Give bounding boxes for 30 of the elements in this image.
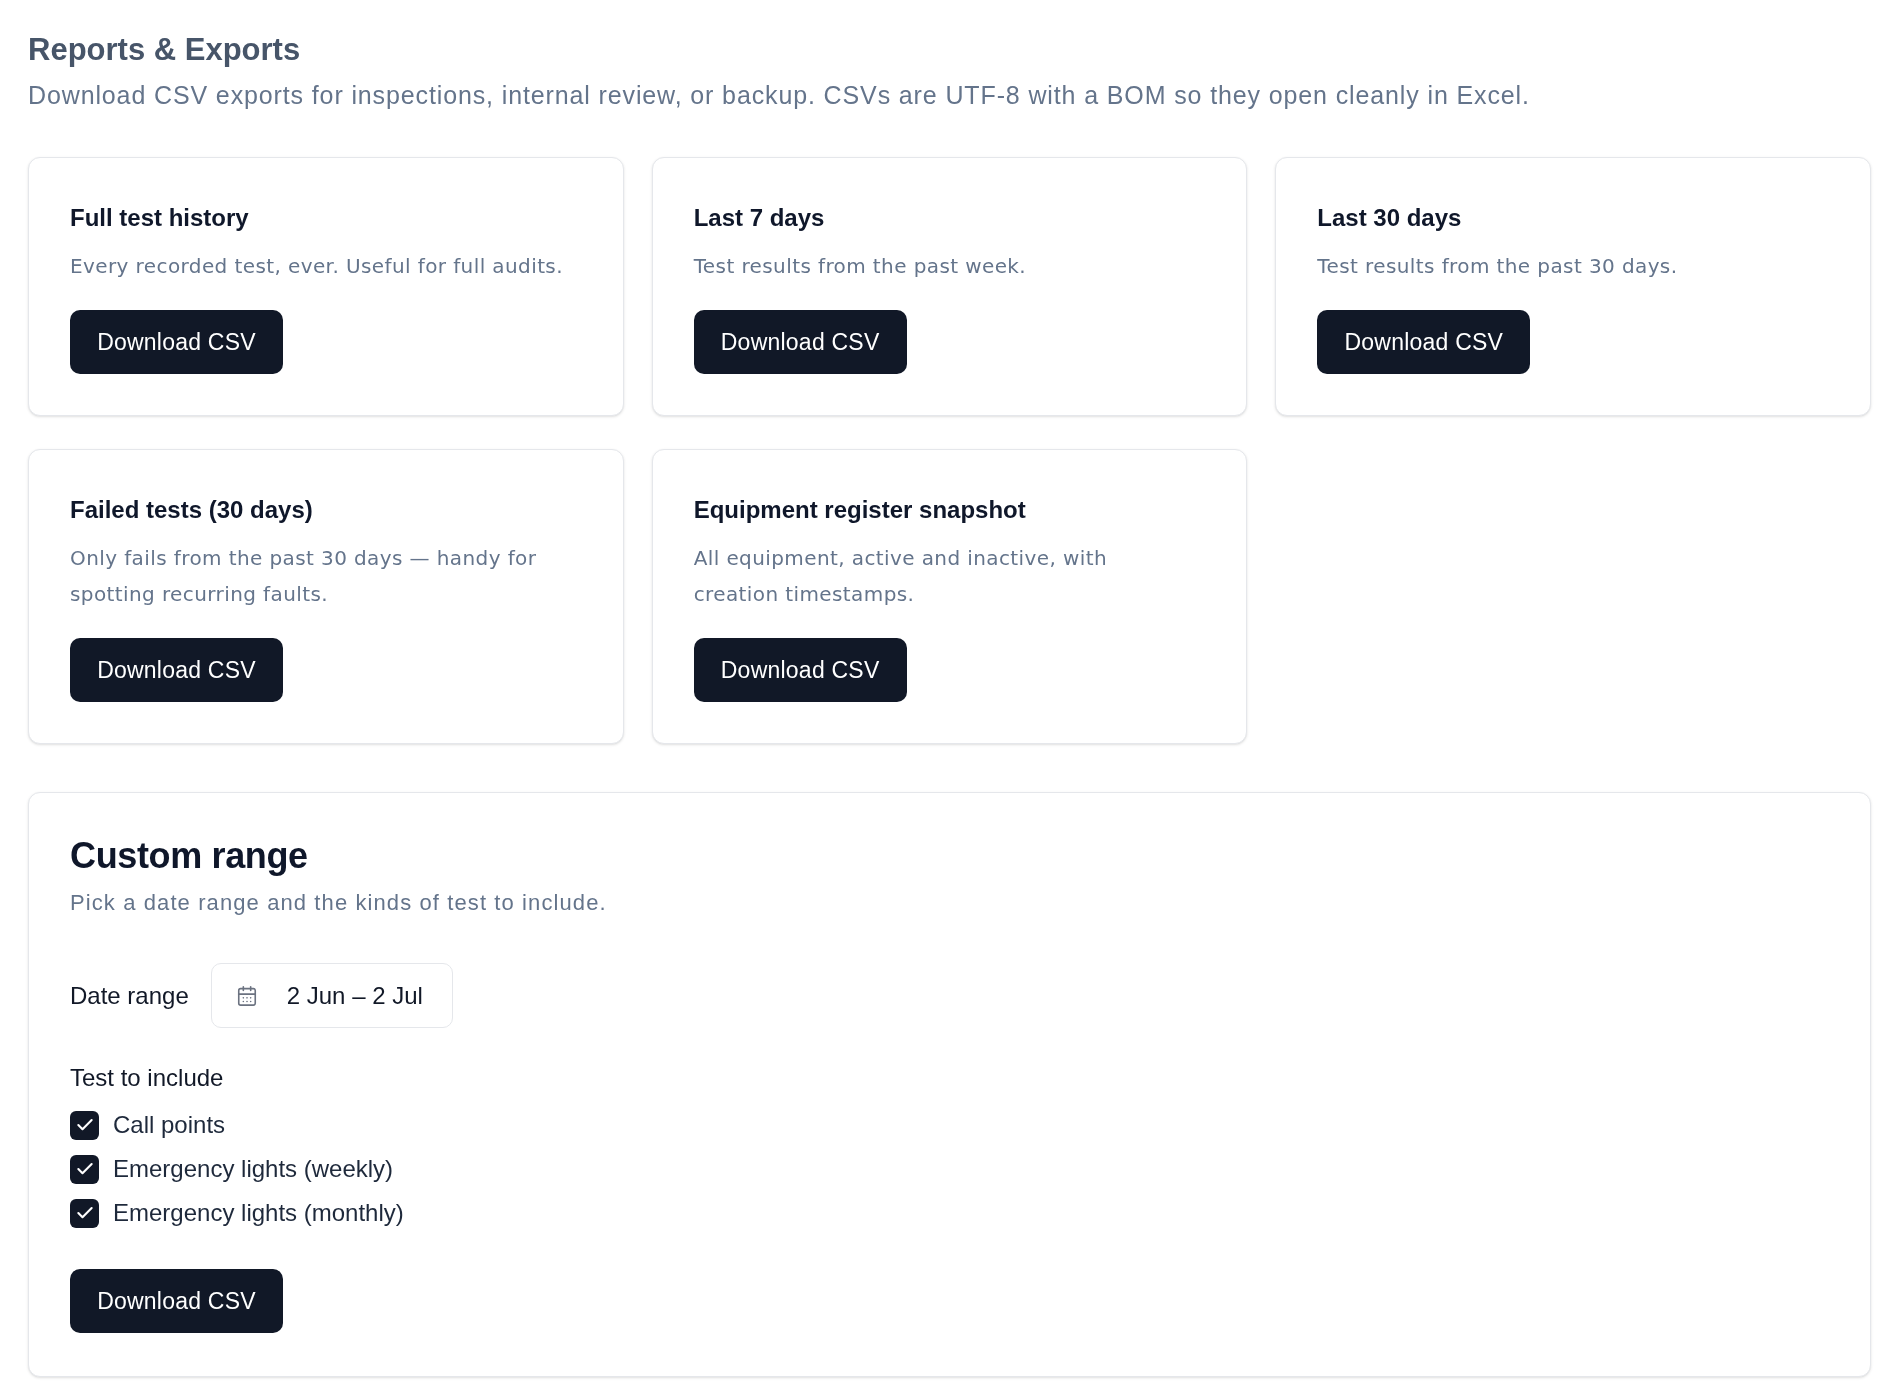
calendar-icon: [235, 984, 258, 1007]
card-description: Test results from the past week.: [693, 253, 1027, 280]
date-range-picker[interactable]: 2 Jun – 2 Jul: [210, 963, 453, 1028]
checkbox-label: Emergency lights (weekly): [113, 1154, 394, 1184]
checkbox-label: Call points: [113, 1110, 226, 1140]
card-title: Failed tests (30 days): [70, 495, 313, 525]
card-description: All equipment, active and inactive, with creation timestamps.: [693, 545, 1109, 608]
card-title: Last 30 days: [1317, 203, 1462, 233]
card-title: Full test history: [70, 203, 249, 233]
download-button[interactable]: Download CSV: [693, 638, 907, 702]
checkbox[interactable]: [70, 1154, 99, 1184]
card-description: Test results from the past 30 days.: [1317, 253, 1678, 280]
section-title: Custom range: [70, 834, 308, 878]
date-range-label: Date range: [70, 980, 189, 1011]
page-title: Reports & Exports: [28, 31, 302, 69]
section-description: Pick a date range and the kinds of test to include.: [70, 889, 607, 917]
download-button[interactable]: Download CSV: [70, 638, 283, 702]
download-button[interactable]: Download CSV: [1317, 310, 1531, 374]
checkbox[interactable]: [70, 1110, 99, 1140]
download-button[interactable]: Download CSV: [70, 310, 283, 374]
download-button[interactable]: Download CSV: [693, 310, 907, 374]
tests-label: Test to include: [70, 1063, 224, 1093]
checkbox[interactable]: [70, 1198, 99, 1228]
card-description: Every recorded test, ever. Useful for full audits.: [70, 253, 563, 280]
download-button[interactable]: Download CSV: [70, 1269, 283, 1333]
checkbox-label: Emergency lights (monthly): [113, 1198, 404, 1228]
page-description: Download CSV exports for inspections, internal review, or backup. CSVs are UTF-8 with a BOM so they open cleanly in Excel.: [28, 80, 1531, 111]
card-description: Only fails from the past 30 days — handy for spotting recurring faults.: [70, 545, 538, 608]
card-title: Equipment register snapshot: [693, 495, 1026, 525]
card-title: Last 7 days: [693, 203, 825, 233]
